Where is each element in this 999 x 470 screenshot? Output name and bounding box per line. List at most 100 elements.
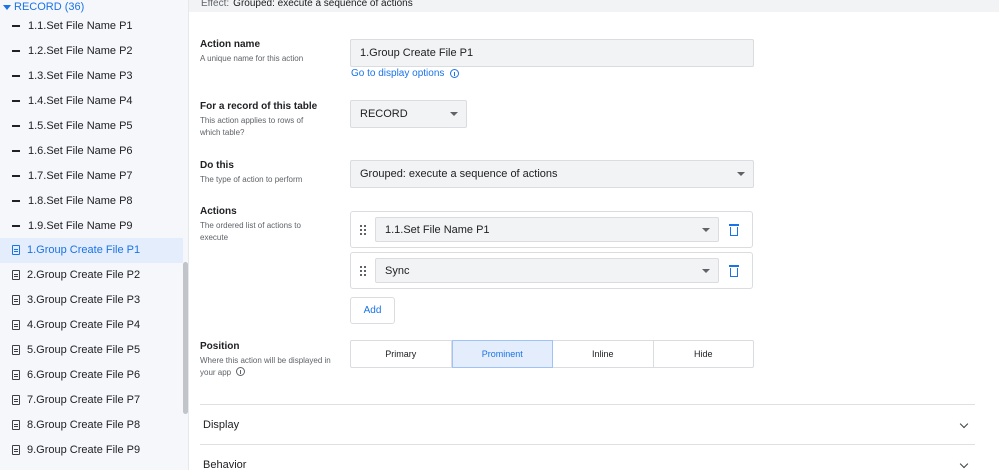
sidebar-item-label: 4.Group Create File P4 xyxy=(27,319,141,332)
main-panel: Effect: Grouped: execute a sequence of ac… xyxy=(189,0,999,470)
action-select-value: Sync xyxy=(385,264,410,277)
sidebar-item-label: 1.6.Set File Name P6 xyxy=(28,144,133,157)
sidebar: RECORD (36) 1.1.Set File Name P1 1.2.Set … xyxy=(0,0,189,470)
add-action-button[interactable]: Add xyxy=(350,297,395,324)
info-icon[interactable] xyxy=(450,69,460,78)
sidebar-item[interactable]: 2.Group Create File P2 xyxy=(0,263,183,288)
sidebar-item-label: 3.Group Create File P3 xyxy=(27,294,141,307)
sidebar-item[interactable]: 3.Group Create File P3 xyxy=(0,288,183,313)
table-select-value: RECORD xyxy=(360,108,408,120)
sidebar-scrollbar[interactable] xyxy=(183,262,188,414)
position-option-inline[interactable]: Inline xyxy=(553,341,654,367)
dash-icon xyxy=(12,25,20,28)
sidebar-item[interactable]: 1.2.Set File Name P2 xyxy=(0,39,183,64)
sidebar-item-label: 8.Group Create File P8 xyxy=(27,418,141,431)
table-row: For a record of this table This action a… xyxy=(200,101,325,139)
sidebar-item[interactable]: 1.1.Set File Name P1 xyxy=(0,14,183,39)
sidebar-item[interactable]: 7.Group Create File P7 xyxy=(0,387,183,412)
position-segmented-control: Primary Prominent Inline Hide xyxy=(350,340,754,368)
sidebar-list: 1.1.Set File Name P1 1.2.Set File Name P2… xyxy=(0,14,183,462)
do-this-row: Do this The type of action to perform xyxy=(200,160,325,186)
sidebar-item[interactable]: 1.7.Set File Name P7 xyxy=(0,163,183,188)
document-icon xyxy=(12,369,20,380)
sidebar-item-label: 5.Group Create File P5 xyxy=(27,344,141,357)
do-this-select[interactable]: Grouped: execute a sequence of actions xyxy=(350,160,754,188)
position-option-hide[interactable]: Hide xyxy=(654,341,754,367)
document-icon xyxy=(12,245,20,256)
sidebar-item[interactable]: 1.3.Set File Name P3 xyxy=(0,64,183,89)
sidebar-item-label: 1.9.Set File Name P9 xyxy=(28,219,133,232)
action-name-input[interactable]: 1.Group Create File P1 xyxy=(350,39,754,67)
sidebar-item[interactable]: 4.Group Create File P4 xyxy=(0,313,183,338)
chevron-down-icon xyxy=(959,459,969,468)
action-list-item: 1.1.Set File Name P1 xyxy=(350,211,753,248)
sidebar-item-label: 2.Group Create File P2 xyxy=(27,269,141,282)
sidebar-item[interactable]: 1.6.Set File Name P6 xyxy=(0,138,183,163)
sidebar-item[interactable]: 1.Group Create File P1 xyxy=(0,238,183,263)
table-help: This action applies to rows of which tab… xyxy=(200,116,304,137)
action-name-help: A unique name for this action xyxy=(200,54,304,63)
behavior-section-header[interactable]: Behavior xyxy=(200,444,975,470)
effect-bar: Effect: Grouped: execute a sequence of ac… xyxy=(189,0,999,12)
sidebar-item-label: 1.5.Set File Name P5 xyxy=(28,120,133,132)
dropdown-arrow-icon xyxy=(450,112,458,116)
dash-icon xyxy=(12,75,20,78)
actions-help: The ordered list of actions to execute xyxy=(200,221,301,242)
dash-icon xyxy=(12,199,20,202)
sidebar-item[interactable]: 9.Group Create File P9 xyxy=(0,437,183,462)
actions-row: Actions The ordered list of actions to e… xyxy=(200,206,325,244)
chevron-down-icon xyxy=(959,419,969,428)
sidebar-item-label: 1.Group Create File P1 xyxy=(27,244,141,257)
dash-icon xyxy=(12,100,20,103)
trash-icon[interactable] xyxy=(729,224,739,236)
drag-handle-icon[interactable] xyxy=(360,266,366,276)
sidebar-item[interactable]: 1.8.Set File Name P8 xyxy=(0,188,183,213)
action-select[interactable]: 1.1.Set File Name P1 xyxy=(375,217,719,242)
effect-value: Grouped: execute a sequence of actions xyxy=(233,0,413,9)
actions-label: Actions xyxy=(200,206,237,217)
document-icon xyxy=(12,320,20,331)
sidebar-item[interactable]: 1.9.Set File Name P9 xyxy=(0,213,183,238)
sidebar-item[interactable]: 6.Group Create File P6 xyxy=(0,362,183,387)
position-option-prominent[interactable]: Prominent xyxy=(451,340,553,368)
sidebar-item-label: 1.3.Set File Name P3 xyxy=(28,70,133,83)
sidebar-item-label: 7.Group Create File P7 xyxy=(27,393,141,406)
dropdown-arrow-icon xyxy=(702,268,710,273)
display-section-header[interactable]: Display xyxy=(200,404,975,444)
dropdown-arrow-icon xyxy=(702,227,710,232)
document-icon xyxy=(12,444,20,455)
document-icon xyxy=(12,345,20,356)
dash-icon xyxy=(12,149,20,152)
dash-icon xyxy=(12,50,20,53)
action-select[interactable]: Sync xyxy=(375,258,719,283)
display-options-link-text: Go to display options xyxy=(351,68,445,79)
document-icon xyxy=(12,295,20,306)
document-icon xyxy=(12,270,20,281)
sidebar-item-label: 6.Group Create File P6 xyxy=(27,368,141,381)
position-label: Position xyxy=(200,341,240,352)
drag-handle-icon[interactable] xyxy=(360,225,366,235)
dash-icon xyxy=(12,174,20,177)
display-options-link[interactable]: Go to display options xyxy=(351,68,460,79)
sidebar-item[interactable]: 1.4.Set File Name P4 xyxy=(0,89,183,114)
sidebar-item[interactable]: 8.Group Create File P8 xyxy=(0,412,183,437)
info-icon[interactable] xyxy=(236,367,246,376)
sidebar-item-label: 1.7.Set File Name P7 xyxy=(28,169,133,182)
dash-icon xyxy=(12,125,20,127)
action-name-label: Action name xyxy=(200,39,261,50)
dropdown-arrow-icon xyxy=(737,172,745,176)
sidebar-group-label: RECORD (36) xyxy=(14,1,85,13)
sidebar-item[interactable]: 5.Group Create File P5 xyxy=(0,338,183,363)
action-name-row: Action name A unique name for this actio… xyxy=(200,39,325,65)
table-label: For a record of this table xyxy=(200,101,318,112)
sidebar-group-record[interactable]: RECORD (36) xyxy=(0,0,84,14)
trash-icon[interactable] xyxy=(729,265,739,277)
sidebar-item-label: 1.1.Set File Name P1 xyxy=(28,20,133,33)
sidebar-item-label: 1.4.Set File Name P4 xyxy=(28,95,133,108)
position-option-primary[interactable]: Primary xyxy=(351,341,452,367)
sidebar-item[interactable]: 1.5.Set File Name P5 xyxy=(0,114,183,139)
sidebar-item-label: 1.2.Set File Name P2 xyxy=(28,45,133,58)
table-select[interactable]: RECORD xyxy=(350,100,467,128)
position-help: Where this action will be displayed in y… xyxy=(200,355,340,379)
dash-icon xyxy=(12,224,20,227)
